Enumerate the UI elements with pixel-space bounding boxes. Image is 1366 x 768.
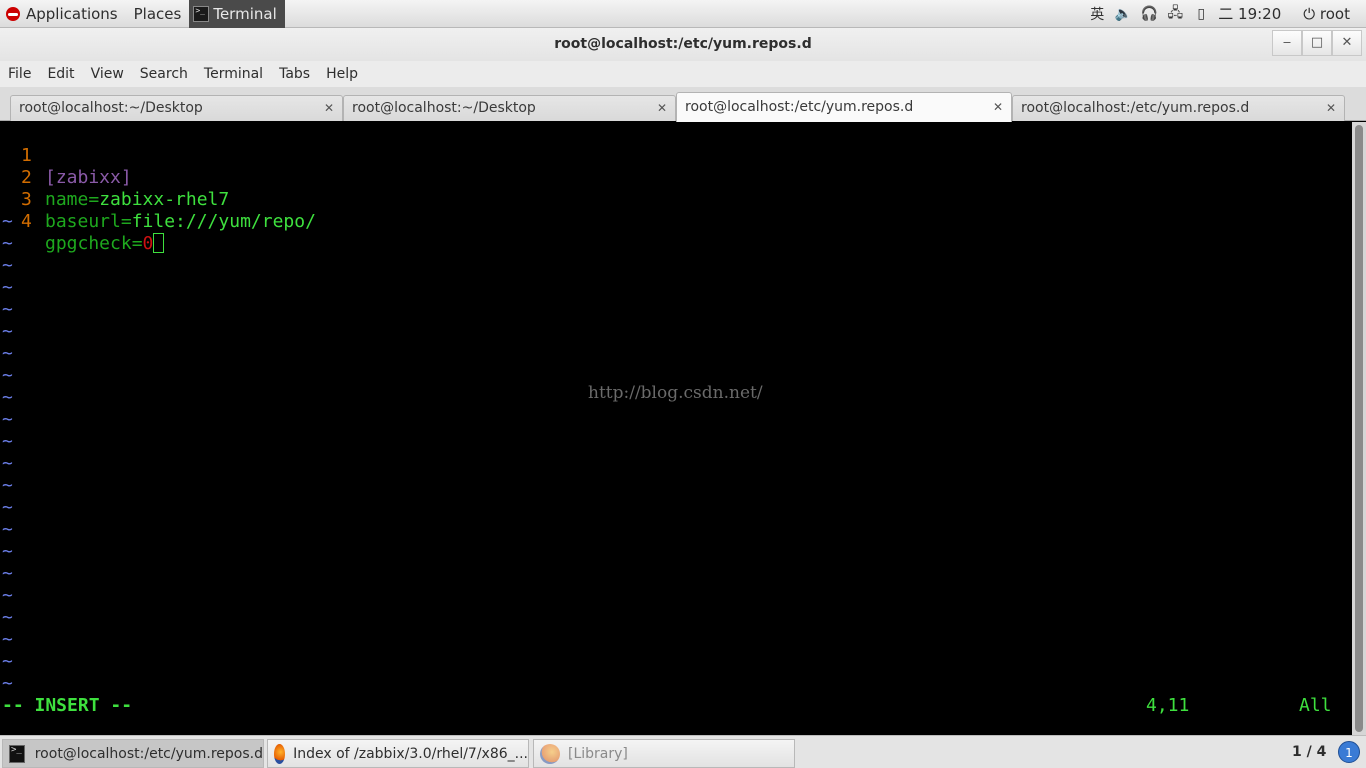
empty-line-tilde: ~	[2, 277, 13, 298]
tab-label: root@localhost:/etc/yum.repos.d	[685, 99, 914, 115]
menu-terminal[interactable]: Terminal	[196, 66, 271, 82]
vim-mode-indicator: -- INSERT --	[2, 695, 133, 716]
top-panel: Applications Places >_ Terminal 英 🔈 🎧 🖧 …	[0, 0, 1366, 28]
empty-line-tilde: ~	[2, 321, 13, 342]
terminal-view[interactable]: 1 [zabixx] 2 name=zabixx-rhel7 3 baseurl…	[0, 122, 1352, 735]
menu-file[interactable]: File	[0, 66, 39, 82]
input-method-indicator[interactable]: 英	[1088, 4, 1106, 24]
firefox-icon	[540, 743, 560, 764]
tab-4[interactable]: root@localhost:/etc/yum.repos.d ✕	[1012, 95, 1345, 121]
empty-line-tilde: ~	[2, 255, 13, 276]
empty-line-tilde: ~	[2, 299, 13, 320]
volume-icon[interactable]: 🔈	[1114, 6, 1132, 22]
user-menu[interactable]: ⏻ root	[1303, 5, 1350, 23]
window-title: root@localhost:/etc/yum.repos.d	[554, 36, 812, 52]
taskbar-item-terminal[interactable]: >_ root@localhost:/etc/yum.repos.d	[2, 739, 264, 768]
maximize-button[interactable]: □	[1302, 30, 1332, 56]
empty-line-tilde: ~	[2, 387, 13, 408]
terminal-icon: >_	[9, 744, 25, 763]
config-value: zabixx-rhel7	[99, 189, 230, 210]
taskbar-item-label: root@localhost:/etc/yum.repos.d	[34, 745, 263, 762]
empty-line-tilde: ~	[2, 673, 13, 694]
tab-close-icon[interactable]: ✕	[657, 96, 667, 120]
tab-1[interactable]: root@localhost:~/Desktop ✕	[10, 95, 343, 121]
scrollbar-thumb[interactable]	[1355, 125, 1363, 732]
empty-line-tilde: ~	[2, 453, 13, 474]
watermark: http://blog.csdn.net/	[588, 383, 763, 403]
empty-line-tilde: ~	[2, 431, 13, 452]
applications-menu[interactable]: Applications	[0, 0, 126, 28]
window-title-bar[interactable]: root@localhost:/etc/yum.repos.d ‒ □ ✕	[0, 28, 1366, 61]
empty-line-tilde: ~	[2, 233, 13, 254]
places-menu[interactable]: Places	[126, 0, 190, 28]
power-icon: ⏻	[1303, 4, 1316, 23]
terminal-app-menu[interactable]: >_ Terminal	[189, 0, 285, 28]
terminal-icon: >_	[193, 5, 210, 22]
terminal-scrollbar[interactable]	[1352, 122, 1366, 735]
config-value: file:///yum/repo/	[131, 211, 316, 232]
redhat-logo-icon	[6, 6, 20, 21]
menu-view[interactable]: View	[83, 66, 132, 82]
network-icon[interactable]: 🖧	[1166, 2, 1184, 26]
editor-line: 3 baseurl=file:///yum/repo/	[0, 167, 316, 232]
scroll-position: All	[1299, 695, 1332, 716]
battery-icon[interactable]: ▯	[1192, 6, 1210, 22]
empty-line-tilde: ~	[2, 409, 13, 430]
empty-line-tilde: ~	[2, 607, 13, 628]
line-number: 4	[21, 211, 32, 232]
empty-line-tilde: ~	[2, 563, 13, 584]
empty-line-tilde: ~	[2, 343, 13, 364]
tab-close-icon[interactable]: ✕	[993, 93, 1003, 121]
tab-bar: root@localhost:~/Desktop ✕ root@localhos…	[0, 87, 1366, 122]
menu-help[interactable]: Help	[318, 66, 366, 82]
firefox-icon	[274, 743, 286, 764]
menu-tabs[interactable]: Tabs	[271, 66, 318, 82]
places-label: Places	[133, 4, 182, 23]
taskbar-item-label: Index of /zabbix/3.0/rhel/7/x86_...	[293, 745, 528, 762]
cursor-position: 4,11	[1146, 695, 1190, 716]
close-button[interactable]: ✕	[1332, 30, 1362, 56]
empty-line-tilde: ~	[2, 475, 13, 496]
empty-line-tilde: ~	[2, 585, 13, 606]
menu-search[interactable]: Search	[132, 66, 196, 82]
taskbar-item-library[interactable]: [Library]	[533, 739, 795, 768]
section-header: [zabixx]	[45, 167, 132, 188]
clock[interactable]: 二 19:20	[1218, 3, 1281, 24]
tab-close-icon[interactable]: ✕	[324, 96, 334, 120]
text-cursor	[153, 233, 165, 253]
taskbar-item-firefox[interactable]: Index of /zabbix/3.0/rhel/7/x86_...	[267, 739, 529, 768]
editor-line: 1 [zabixx]	[0, 123, 132, 188]
menu-edit[interactable]: Edit	[39, 66, 82, 82]
bottom-taskbar: >_ root@localhost:/etc/yum.repos.d Index…	[0, 735, 1366, 768]
empty-line-tilde: ~	[2, 541, 13, 562]
taskbar-item-label: [Library]	[568, 745, 628, 762]
config-key: name=	[45, 189, 100, 210]
terminal-app-label: Terminal	[213, 4, 277, 23]
empty-line-tilde: ~	[2, 365, 13, 386]
tab-3-active[interactable]: root@localhost:/etc/yum.repos.d ✕	[676, 92, 1012, 122]
tab-close-icon[interactable]: ✕	[1326, 96, 1336, 120]
empty-line-tilde: ~	[2, 651, 13, 672]
config-key: baseurl=	[45, 211, 132, 232]
config-key: gpgcheck=	[45, 233, 143, 254]
editor-line: 4 gpgcheck=0	[0, 189, 165, 254]
user-label: root	[1319, 4, 1350, 23]
empty-line-tilde: ~	[2, 629, 13, 650]
menu-bar: File Edit View Search Terminal Tabs Help	[0, 61, 1366, 87]
editor-line: 2 name=zabixx-rhel7	[0, 145, 229, 210]
config-value: 0	[142, 233, 154, 254]
applications-label: Applications	[26, 4, 118, 23]
tab-2[interactable]: root@localhost:~/Desktop ✕	[343, 95, 676, 121]
minimize-button[interactable]: ‒	[1272, 30, 1302, 56]
empty-line-tilde: ~	[2, 211, 13, 232]
notification-badge[interactable]: 1	[1338, 741, 1360, 763]
tab-label: root@localhost:/etc/yum.repos.d	[1021, 100, 1250, 116]
tab-label: root@localhost:~/Desktop	[19, 100, 203, 116]
headphones-icon[interactable]: 🎧	[1140, 6, 1158, 22]
workspace-indicator[interactable]: 1 / 4	[1292, 744, 1326, 760]
tab-label: root@localhost:~/Desktop	[352, 100, 536, 116]
empty-line-tilde: ~	[2, 519, 13, 540]
empty-line-tilde: ~	[2, 497, 13, 518]
